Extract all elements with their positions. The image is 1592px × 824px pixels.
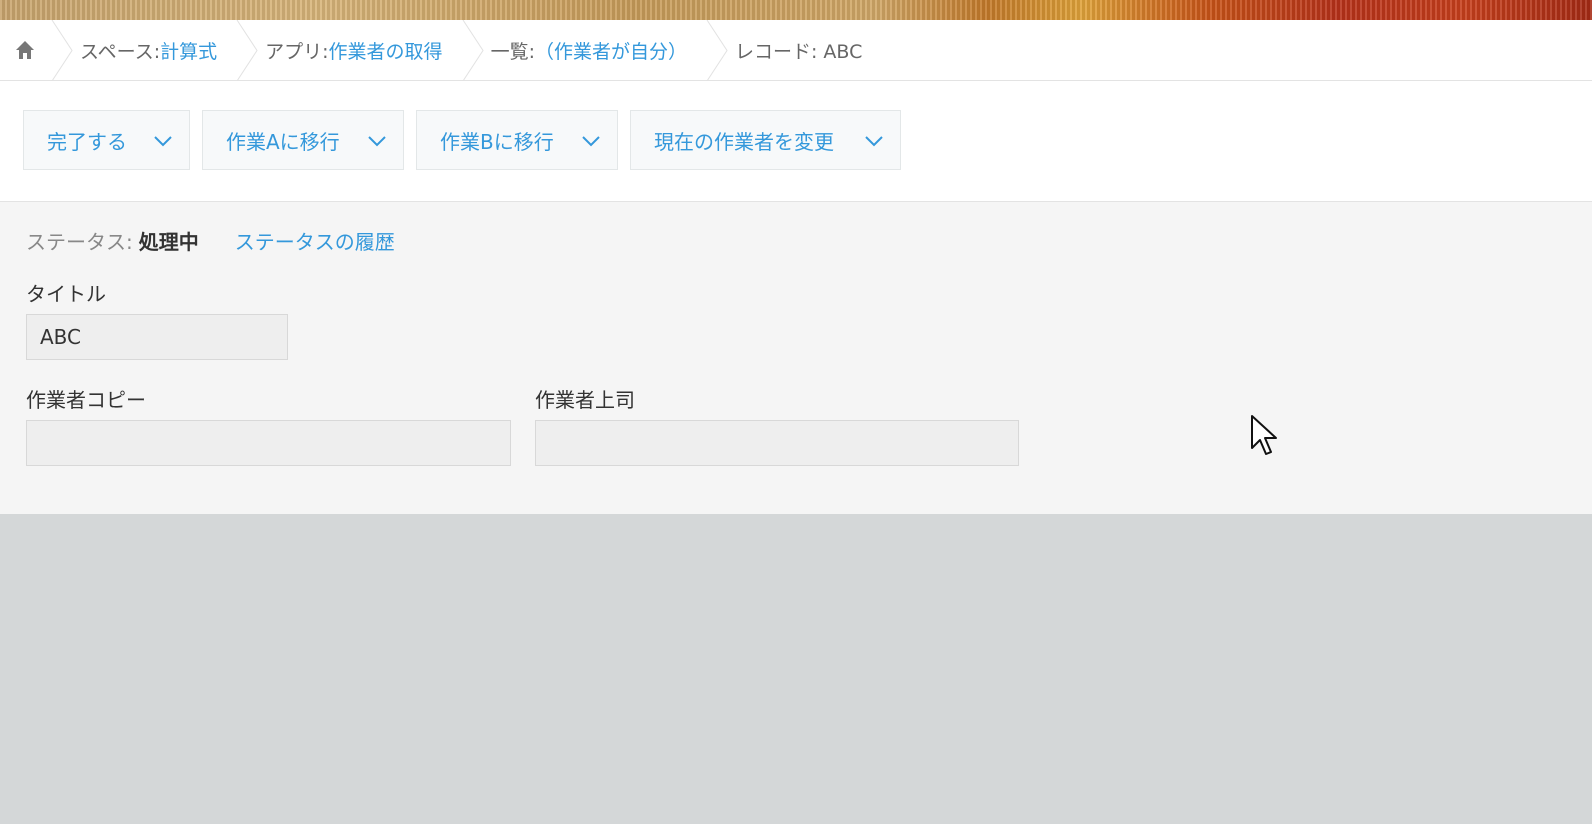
breadcrumb-home[interactable]: [0, 20, 50, 81]
move-to-task-a-label: 作業Aに移行: [226, 129, 340, 154]
status-row: ステータス: 処理中 ステータスの履歴: [26, 226, 395, 255]
breadcrumb-separator: [50, 19, 76, 81]
worker-supervisor-field-value: [535, 420, 1019, 466]
breadcrumb-list-link[interactable]: （作業者が自分）: [535, 37, 687, 64]
home-icon: [16, 41, 34, 59]
change-assignee-button[interactable]: 現在の作業者を変更: [630, 110, 901, 170]
breadcrumb-record-label: レコード: ABC: [734, 40, 863, 63]
complete-button-label: 完了する: [47, 129, 127, 154]
breadcrumb-app-link[interactable]: 作業者の取得: [329, 37, 443, 64]
chevron-down-icon: [368, 136, 386, 147]
worker-copy-field-label: 作業者コピー: [26, 388, 146, 412]
move-to-task-b-label: 作業Bに移行: [440, 129, 554, 154]
record-detail-panel: ステータス: 処理中 ステータスの履歴 タイトル ABC 作業者コピー 作業者上…: [0, 202, 1592, 514]
mouse-cursor-icon: [1251, 415, 1277, 455]
worker-copy-field-value: [26, 420, 511, 466]
status-history-link[interactable]: ステータスの履歴: [235, 226, 395, 255]
breadcrumb-app[interactable]: アプリ: 作業者の取得: [261, 20, 460, 81]
title-field-value: ABC: [26, 314, 288, 360]
breadcrumb-list[interactable]: 一覧: （作業者が自分）: [487, 20, 705, 81]
breadcrumb-list-prefix: 一覧:: [490, 40, 535, 63]
status-value: 処理中: [138, 230, 199, 254]
chevron-down-icon: [865, 136, 883, 147]
process-action-toolbar: 完了する 作業Aに移行 作業Bに移行 現在の作業者を変更: [0, 81, 1592, 202]
chevron-down-icon: [154, 136, 172, 147]
complete-button[interactable]: 完了する: [23, 110, 190, 170]
worker-supervisor-field-label: 作業者上司: [535, 388, 635, 412]
breadcrumb-app-prefix: アプリ:: [265, 40, 329, 63]
breadcrumb-space-prefix: スペース:: [80, 40, 161, 63]
title-field-label: タイトル: [26, 282, 106, 306]
header-banner: [0, 0, 1592, 20]
breadcrumb-separator: [235, 19, 261, 81]
breadcrumb-separator: [705, 19, 731, 81]
change-assignee-label: 現在の作業者を変更: [654, 129, 834, 154]
breadcrumb-separator: [461, 19, 487, 81]
move-to-task-b-button[interactable]: 作業Bに移行: [416, 110, 618, 170]
breadcrumb-space-link[interactable]: 計算式: [160, 37, 217, 64]
breadcrumb-record: レコード: ABC: [731, 20, 880, 81]
breadcrumb: スペース: 計算式 アプリ: 作業者の取得 一覧: （作業者が自分） レコード:…: [0, 19, 1592, 81]
breadcrumb-space[interactable]: スペース: 計算式: [76, 20, 235, 81]
chevron-down-icon: [582, 136, 600, 147]
move-to-task-a-button[interactable]: 作業Aに移行: [202, 110, 404, 170]
status-label: ステータス:: [26, 230, 133, 254]
